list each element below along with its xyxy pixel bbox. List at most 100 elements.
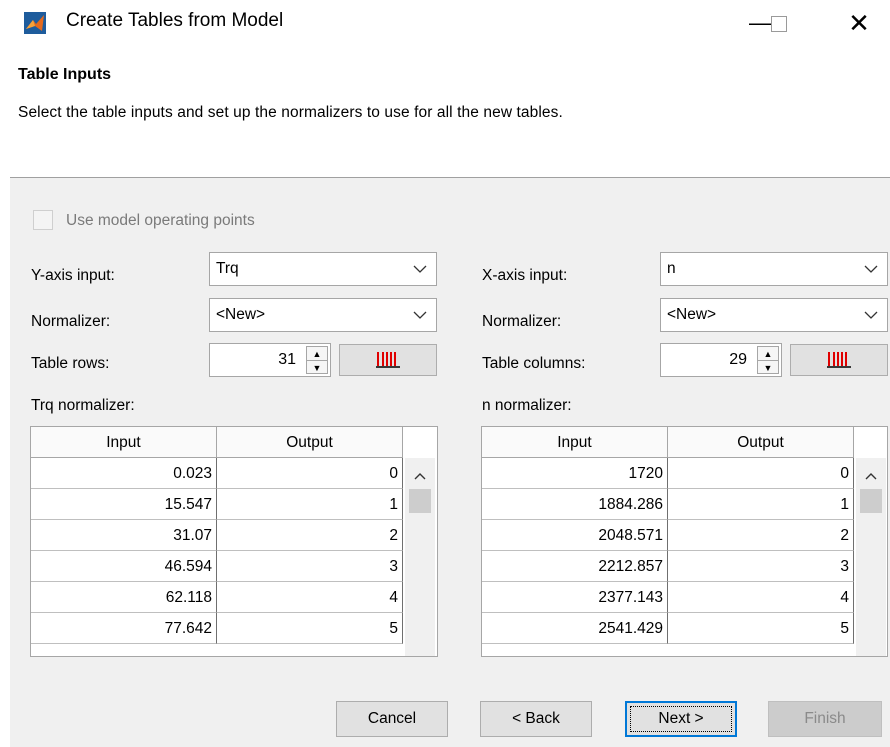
output-cell[interactable]: 1 (217, 489, 403, 520)
use-model-operating-points-label: Use model operating points (66, 212, 255, 229)
x-axis-input-value: n (667, 260, 676, 277)
x-normalizer-table[interactable]: Input Output 1720 0 1884.286 1 2048.571 … (481, 426, 888, 657)
next-button-label: Next > (658, 710, 704, 727)
column-header-output[interactable]: Output (217, 427, 403, 458)
table-row: 2541.429 5 (482, 613, 854, 644)
table-rows-value: 31 (278, 351, 296, 368)
table-row: 1884.286 1 (482, 489, 854, 520)
input-cell[interactable]: 2048.571 (482, 520, 668, 551)
column-header-output[interactable]: Output (668, 427, 854, 458)
breakpoints-icon (376, 352, 400, 368)
output-cell[interactable]: 3 (668, 551, 854, 582)
table-columns-value: 29 (729, 351, 747, 368)
input-cell[interactable]: 77.642 (31, 613, 217, 644)
breakpoints-icon (827, 352, 851, 368)
x-normalizer-label: Normalizer: (482, 313, 562, 330)
decrement-icon[interactable]: ▼ (307, 360, 327, 374)
y-normalizer-select[interactable]: <New> (209, 298, 437, 332)
edit-row-breakpoints-button[interactable] (339, 344, 437, 376)
output-cell[interactable]: 5 (668, 613, 854, 644)
input-cell[interactable]: 1720 (482, 458, 668, 489)
scroll-thumb[interactable] (409, 489, 431, 513)
table-body: 1720 0 1884.286 1 2048.571 2 2212.857 3 … (482, 458, 854, 644)
scroll-down-icon[interactable] (412, 656, 428, 657)
finish-button[interactable]: Finish (768, 701, 882, 737)
minimize-icon: — (749, 10, 771, 35)
edit-column-breakpoints-button[interactable] (790, 344, 888, 376)
output-cell[interactable]: 0 (217, 458, 403, 489)
x-axis-input-label: X-axis input: (482, 267, 568, 284)
y-normalizer-value: <New> (216, 306, 266, 323)
table-row: 2377.143 4 (482, 582, 854, 613)
table-row: 46.594 3 (31, 551, 403, 582)
table-columns-spinner[interactable]: 29 ▲ ▼ (660, 343, 782, 377)
output-cell[interactable]: 2 (217, 520, 403, 551)
table-row: 31.07 2 (31, 520, 403, 551)
table-columns-stepper[interactable]: ▲ ▼ (757, 346, 779, 374)
maximize-button[interactable] (771, 16, 787, 32)
output-cell[interactable]: 5 (217, 613, 403, 644)
y-axis-input-value: Trq (216, 260, 239, 277)
table-rows-spinner[interactable]: 31 ▲ ▼ (209, 343, 331, 377)
input-cell[interactable]: 46.594 (31, 551, 217, 582)
table-row: 15.547 1 (31, 489, 403, 520)
cancel-button[interactable]: Cancel (336, 701, 448, 737)
table-row: 62.118 4 (31, 582, 403, 613)
output-cell[interactable]: 4 (668, 582, 854, 613)
window-title: Create Tables from Model (66, 10, 284, 31)
increment-icon[interactable]: ▲ (758, 347, 778, 360)
scroll-thumb[interactable] (860, 489, 882, 513)
scroll-down-icon[interactable] (863, 656, 879, 657)
input-cell[interactable]: 15.547 (31, 489, 217, 520)
chevron-down-icon (404, 299, 436, 331)
close-icon: ✕ (848, 8, 870, 38)
output-cell[interactable]: 2 (668, 520, 854, 551)
chevron-down-icon (855, 253, 887, 285)
decrement-icon[interactable]: ▼ (758, 360, 778, 374)
table-row: 0.023 0 (31, 458, 403, 489)
input-cell[interactable]: 2541.429 (482, 613, 668, 644)
close-button[interactable]: ✕ (836, 6, 882, 40)
scroll-up-icon[interactable] (863, 468, 879, 484)
table-row: 2048.571 2 (482, 520, 854, 551)
input-cell[interactable]: 2212.857 (482, 551, 668, 582)
y-normalizer-table[interactable]: Input Output 0.023 0 15.547 1 31.07 2 46… (30, 426, 438, 657)
increment-icon[interactable]: ▲ (307, 347, 327, 360)
y-normalizer-table-label: Trq normalizer: (31, 397, 135, 414)
y-normalizer-label: Normalizer: (31, 313, 111, 330)
x-axis-input-select[interactable]: n (660, 252, 888, 286)
back-button[interactable]: < Back (480, 701, 592, 737)
column-header-input[interactable]: Input (482, 427, 668, 458)
table-columns-label: Table columns: (482, 355, 586, 372)
table-rows-label: Table rows: (31, 355, 110, 372)
page-subtitle: Select the table inputs and set up the n… (18, 104, 563, 121)
y-axis-input-select[interactable]: Trq (209, 252, 437, 286)
vertical-scrollbar[interactable] (405, 458, 435, 657)
table-row: 77.642 5 (31, 613, 403, 644)
output-cell[interactable]: 3 (217, 551, 403, 582)
scroll-up-icon[interactable] (412, 468, 428, 484)
input-cell[interactable]: 31.07 (31, 520, 217, 551)
input-cell[interactable]: 1884.286 (482, 489, 668, 520)
input-cell[interactable]: 0.023 (31, 458, 217, 489)
output-cell[interactable]: 4 (217, 582, 403, 613)
vertical-scrollbar[interactable] (856, 458, 886, 657)
x-normalizer-table-label: n normalizer: (482, 397, 572, 414)
table-body: 0.023 0 15.547 1 31.07 2 46.594 3 62.118… (31, 458, 403, 644)
input-cell[interactable]: 62.118 (31, 582, 217, 613)
input-cell[interactable]: 2377.143 (482, 582, 668, 613)
table-header: Input Output (31, 427, 403, 458)
chevron-down-icon (855, 299, 887, 331)
chevron-down-icon (404, 253, 436, 285)
next-button[interactable]: Next > (625, 701, 737, 737)
matlab-icon (24, 12, 46, 34)
table-rows-stepper[interactable]: ▲ ▼ (306, 346, 328, 374)
x-normalizer-select[interactable]: <New> (660, 298, 888, 332)
column-header-input[interactable]: Input (31, 427, 217, 458)
x-normalizer-value: <New> (667, 306, 717, 323)
output-cell[interactable]: 1 (668, 489, 854, 520)
table-header: Input Output (482, 427, 854, 458)
output-cell[interactable]: 0 (668, 458, 854, 489)
page-title: Table Inputs (18, 66, 112, 83)
use-model-operating-points-checkbox[interactable] (33, 210, 53, 230)
